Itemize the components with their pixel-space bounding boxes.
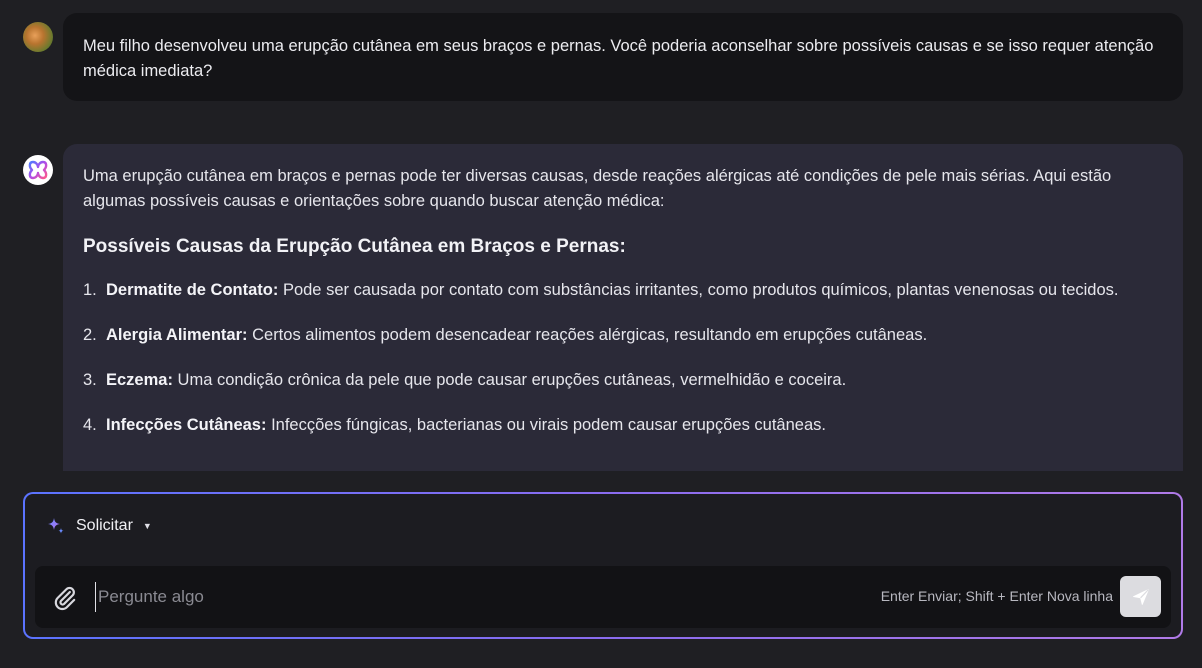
input-row: Enter Enviar; Shift + Enter Nova linha	[35, 566, 1171, 628]
list-item-text: Pode ser causada por contato com substân…	[278, 281, 1119, 299]
assistant-avatar	[23, 155, 53, 185]
assistant-intro: Uma erupção cutânea em braços e pernas p…	[83, 167, 1112, 210]
message-input[interactable]	[95, 582, 700, 612]
list-item-title: Dermatite de Contato:	[106, 281, 279, 299]
list-item-text: Infecções fúngicas, bacterianas ou virai…	[266, 416, 826, 434]
user-avatar	[23, 22, 53, 52]
user-message: Meu filho desenvolveu uma erupção cutâne…	[63, 13, 1183, 101]
list-item: 3. Eczema: Uma condição crônica da pele …	[83, 368, 1163, 393]
assistant-heading: Possíveis Causas da Erupção Cutânea em B…	[83, 236, 626, 257]
causes-list: 1. Dermatite de Contato: Pode ser causad…	[83, 278, 1163, 438]
list-item-number: 2.	[83, 326, 97, 344]
user-message-text: Meu filho desenvolveu uma erupção cutâne…	[83, 37, 1154, 80]
mode-selector-dropdown[interactable]: Solicitar ▼	[46, 516, 152, 536]
assistant-logo-icon	[28, 160, 48, 180]
assistant-message: Uma erupção cutânea em braços e pernas p…	[63, 144, 1183, 471]
chat-page: Meu filho desenvolveu uma erupção cutâne…	[0, 0, 1202, 668]
send-button[interactable]	[1120, 576, 1161, 617]
sparkle-icon	[48, 518, 64, 534]
keyboard-hint: Enter Enviar; Shift + Enter Nova linha	[880, 588, 1113, 604]
list-item: 1. Dermatite de Contato: Pode ser causad…	[83, 278, 1163, 303]
paperclip-icon[interactable]	[52, 585, 78, 611]
list-item-title: Eczema:	[106, 371, 173, 389]
list-item-number: 4.	[83, 416, 97, 434]
list-item-number: 3.	[83, 371, 97, 389]
list-item-number: 1.	[83, 281, 97, 299]
composer-panel: Solicitar ▼ Enter Enviar; Shift + Enter …	[23, 492, 1183, 639]
send-icon	[1132, 588, 1149, 605]
mode-label: Solicitar	[76, 517, 133, 534]
list-item-text: Uma condição crônica da pele que pode ca…	[172, 371, 847, 389]
list-item-title: Alergia Alimentar:	[106, 326, 248, 344]
list-item-title: Infecções Cutâneas:	[106, 416, 267, 434]
list-item-text: Certos alimentos podem desencadear reaçõ…	[247, 326, 928, 344]
chevron-down-icon: ▼	[142, 521, 152, 531]
list-item: 4. Infecções Cutâneas: Infecções fúngica…	[83, 413, 1163, 438]
list-item: 2. Alergia Alimentar: Certos alimentos p…	[83, 323, 1163, 348]
